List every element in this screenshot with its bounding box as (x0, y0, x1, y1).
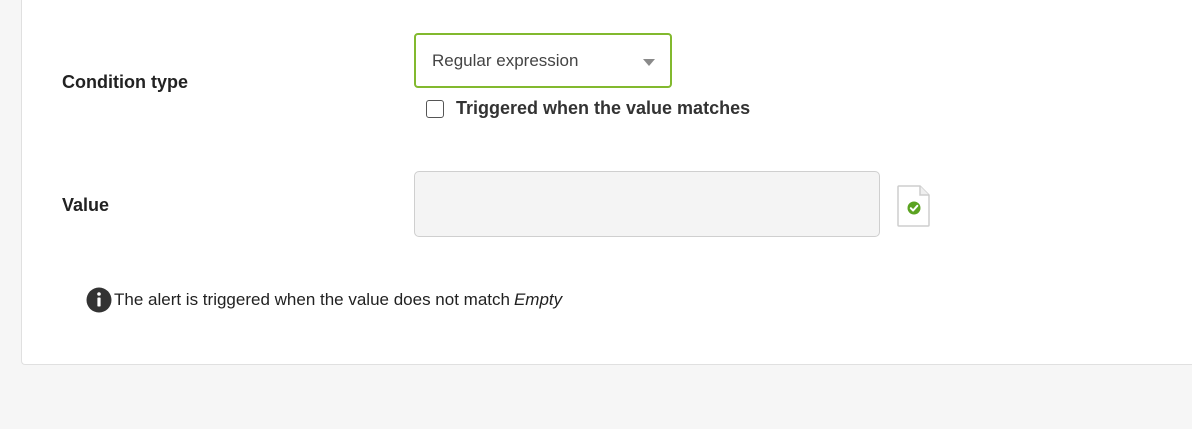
value-input[interactable] (414, 171, 880, 237)
triggered-when-matches-option[interactable]: Triggered when the value matches (426, 98, 750, 119)
info-icon (86, 287, 112, 313)
info-emphasis: Empty (513, 290, 563, 309)
triggered-when-matches-label: Triggered when the value matches (456, 98, 751, 118)
value-label: Value (62, 195, 110, 215)
triggered-when-matches-checkbox[interactable] (426, 99, 444, 118)
chevron-down-icon (643, 59, 655, 66)
info-message: The alert is triggered when the value do… (78, 287, 562, 313)
document-check-icon[interactable] (896, 184, 932, 228)
condition-type-label: Condition type (62, 72, 188, 92)
condition-type-select-value: Regular expression (432, 50, 579, 70)
info-text: The alert is triggered when the value do… (114, 290, 510, 309)
condition-type-select[interactable]: Regular expression (414, 33, 672, 88)
